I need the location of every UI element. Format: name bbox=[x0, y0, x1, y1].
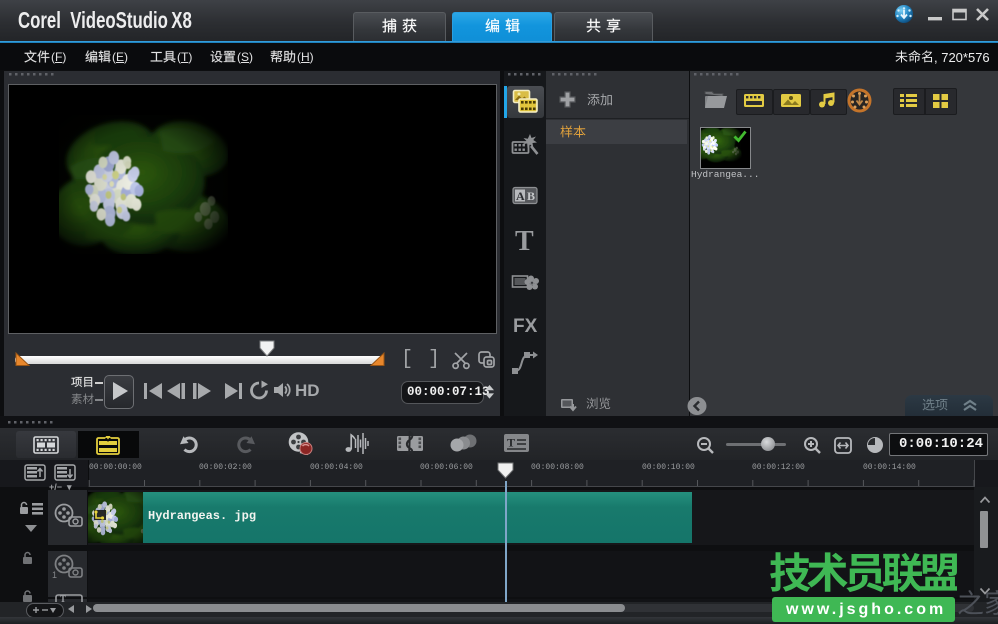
svg-text:B: B bbox=[527, 189, 535, 203]
svg-text:FX: FX bbox=[513, 316, 538, 337]
svg-text:T: T bbox=[60, 594, 66, 602]
svg-text:A: A bbox=[516, 189, 525, 203]
svg-text:T: T bbox=[507, 436, 515, 450]
svg-text:T: T bbox=[515, 226, 534, 255]
